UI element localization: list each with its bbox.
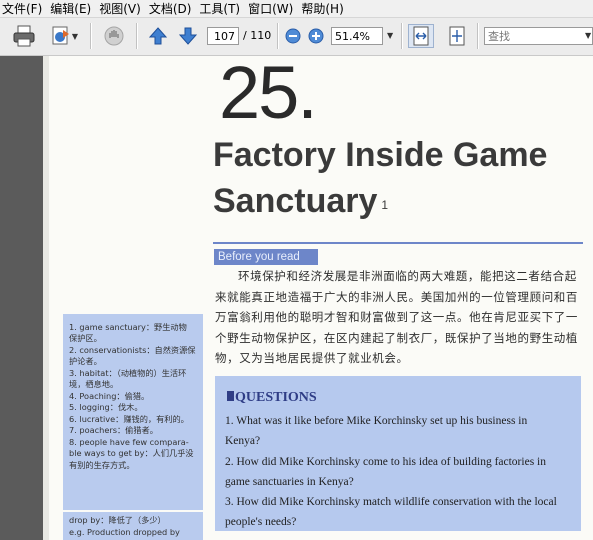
page-number-input[interactable]: 107 bbox=[207, 27, 239, 45]
glossary-line: 3. habitat：（动植物的）生活环 bbox=[69, 368, 187, 378]
square-bullet-icon bbox=[227, 391, 234, 401]
toolbar-separator bbox=[90, 23, 92, 49]
glossary2-line: e.g. Production dropped by bbox=[69, 527, 180, 537]
next-page-button[interactable] bbox=[176, 24, 200, 48]
menu-view[interactable]: 视图(V) bbox=[97, 0, 147, 17]
pdf-page: 25. Factory Inside Game Sanctuary 1 Befor… bbox=[43, 56, 593, 540]
zoom-dropdown-icon[interactable]: ▼ bbox=[387, 31, 393, 40]
zoom-in-icon bbox=[308, 28, 324, 44]
chapter-number: 25. bbox=[219, 56, 318, 134]
question-line: 2. How did Mike Korchinsky come to his i… bbox=[225, 456, 546, 468]
title-footnote-mark: 1 bbox=[381, 198, 389, 212]
glossary-box-2: drop by：降低了（多少） e.g. Production dropped … bbox=[63, 512, 203, 540]
glossary-line: 4. Poaching：偷猎。 bbox=[69, 391, 150, 401]
toolbar: ▼ 107 / 110 51.4% ▼ 查找 ▼ bbox=[0, 18, 593, 56]
glossary-line: 护论者。 bbox=[69, 356, 102, 366]
glossary-line: 有别的生存方式。 bbox=[69, 460, 135, 470]
menu-window[interactable]: 窗口(W) bbox=[246, 0, 299, 17]
fit-width-icon bbox=[413, 26, 429, 46]
fit-width-button[interactable] bbox=[408, 24, 434, 48]
document-viewport[interactable]: 25. Factory Inside Game Sanctuary 1 Befor… bbox=[0, 56, 593, 540]
glossary-line: 7. poachers：偷猎者。 bbox=[69, 425, 158, 435]
toolbar-separator bbox=[401, 23, 403, 49]
before-you-read-text: 环境保护和经济发展是非洲面临的两大难题，能把这二者结合起来就能真正地造福于广大的… bbox=[215, 269, 578, 365]
question-line: Kenya? bbox=[225, 435, 261, 447]
toolbar-separator bbox=[136, 23, 138, 49]
glossary2-line: drop by：降低了（多少） bbox=[69, 515, 166, 525]
menu-document[interactable]: 文档(D) bbox=[147, 0, 198, 17]
search-input[interactable]: 查找 bbox=[484, 27, 593, 45]
chapter-title-line2-text: Sanctuary bbox=[213, 182, 378, 220]
search-dropdown-icon[interactable]: ▼ bbox=[585, 31, 591, 40]
zoom-out-icon bbox=[285, 28, 301, 44]
page-margin bbox=[43, 56, 49, 540]
glossary-line: 2. conservationists：自然资源保 bbox=[69, 345, 196, 355]
question-line: 3. How did Mike Korchinsky match wildlif… bbox=[225, 496, 557, 508]
export-icon bbox=[52, 26, 69, 45]
print-button[interactable] bbox=[10, 24, 38, 48]
question-line: game sanctuaries in Kenya? bbox=[225, 476, 354, 488]
printer-icon bbox=[13, 25, 35, 47]
hand-icon bbox=[104, 26, 124, 46]
hand-tool-button[interactable] bbox=[100, 24, 128, 48]
question-line: people's needs? bbox=[225, 516, 297, 528]
question-line: 1. What was it like before Mike Korchins… bbox=[225, 415, 528, 427]
chevron-down-icon: ▼ bbox=[71, 31, 79, 41]
glossary-line: 6. lucrative：赚钱的，有利的。 bbox=[69, 414, 189, 424]
glossary-line: ble ways to get by：人们几乎没 bbox=[69, 448, 194, 458]
toolbar-separator bbox=[477, 23, 479, 49]
chapter-title-line1: Factory Inside Game bbox=[213, 136, 548, 174]
previous-page-button[interactable] bbox=[146, 24, 170, 48]
questions-heading-text: QUESTIONS bbox=[235, 390, 317, 405]
chapter-title-line2: Sanctuary 1 bbox=[213, 182, 388, 220]
menu-edit[interactable]: 编辑(E) bbox=[48, 0, 97, 17]
menu-help[interactable]: 帮助(H) bbox=[299, 0, 349, 17]
export-button[interactable]: ▼ bbox=[46, 24, 82, 48]
glossary-line: 保护区。 bbox=[69, 333, 102, 343]
page-down-icon bbox=[178, 27, 198, 45]
zoom-in-button[interactable] bbox=[307, 24, 325, 48]
questions-heading: QUESTIONS bbox=[227, 390, 317, 406]
glossary-line: 境，栖息地。 bbox=[69, 379, 119, 389]
page-up-icon bbox=[148, 27, 168, 45]
toolbar-separator bbox=[277, 23, 279, 49]
zoom-out-button[interactable] bbox=[284, 24, 302, 48]
glossary-line: 8. people have few compara- bbox=[69, 437, 189, 447]
fit-page-icon bbox=[449, 26, 465, 46]
zoom-input[interactable]: 51.4% bbox=[331, 27, 383, 45]
glossary-line: 5. logging：伐木。 bbox=[69, 402, 143, 412]
menu-file[interactable]: 文件(F) bbox=[0, 0, 48, 17]
menu-bar: 文件(F) 编辑(E) 视图(V) 文档(D) 工具(T) 窗口(W) 帮助(H… bbox=[0, 0, 593, 18]
section-rule bbox=[213, 242, 583, 244]
page-total-label: / 110 bbox=[243, 29, 272, 42]
glossary-line: 1. game sanctuary：野生动物 bbox=[69, 322, 187, 332]
fit-page-button[interactable] bbox=[444, 24, 470, 48]
before-you-read-label: Before you read bbox=[214, 249, 318, 265]
menu-tools[interactable]: 工具(T) bbox=[197, 0, 246, 17]
